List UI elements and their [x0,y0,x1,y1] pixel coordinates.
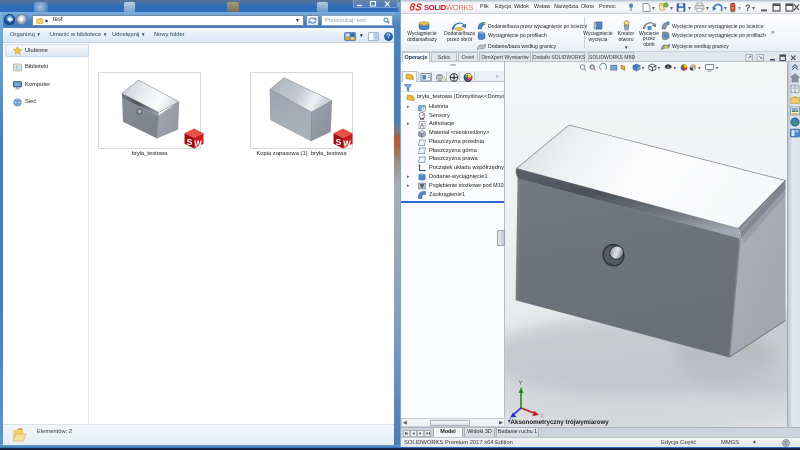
svg-text:βS: βS [410,3,423,13]
svg-text:▾: ▾ [673,67,676,72]
svg-text:▾: ▾ [752,6,755,12]
svg-text:▾: ▾ [688,6,691,12]
svg-text:▾: ▾ [706,6,709,12]
svg-text:A: A [420,123,424,129]
svg-text:▾: ▾ [670,6,673,12]
svg-text:▾: ▾ [642,67,645,72]
svg-text:S: S [336,137,342,147]
svg-text:▾: ▾ [652,6,655,12]
svg-text:SOLIDWORKS: SOLIDWORKS [424,3,473,12]
svg-text:▾: ▾ [698,67,701,72]
svg-text:▾: ▾ [716,67,719,72]
svg-text:Y: Y [519,381,523,387]
svg-text:S: S [187,137,193,147]
svg-text:▾: ▾ [724,6,727,12]
svg-text:W: W [194,140,202,149]
svg-text:▾: ▾ [738,6,741,12]
svg-text:▾: ▾ [658,67,661,72]
svg-text:W: W [343,140,351,149]
svg-text:?: ? [745,3,751,13]
